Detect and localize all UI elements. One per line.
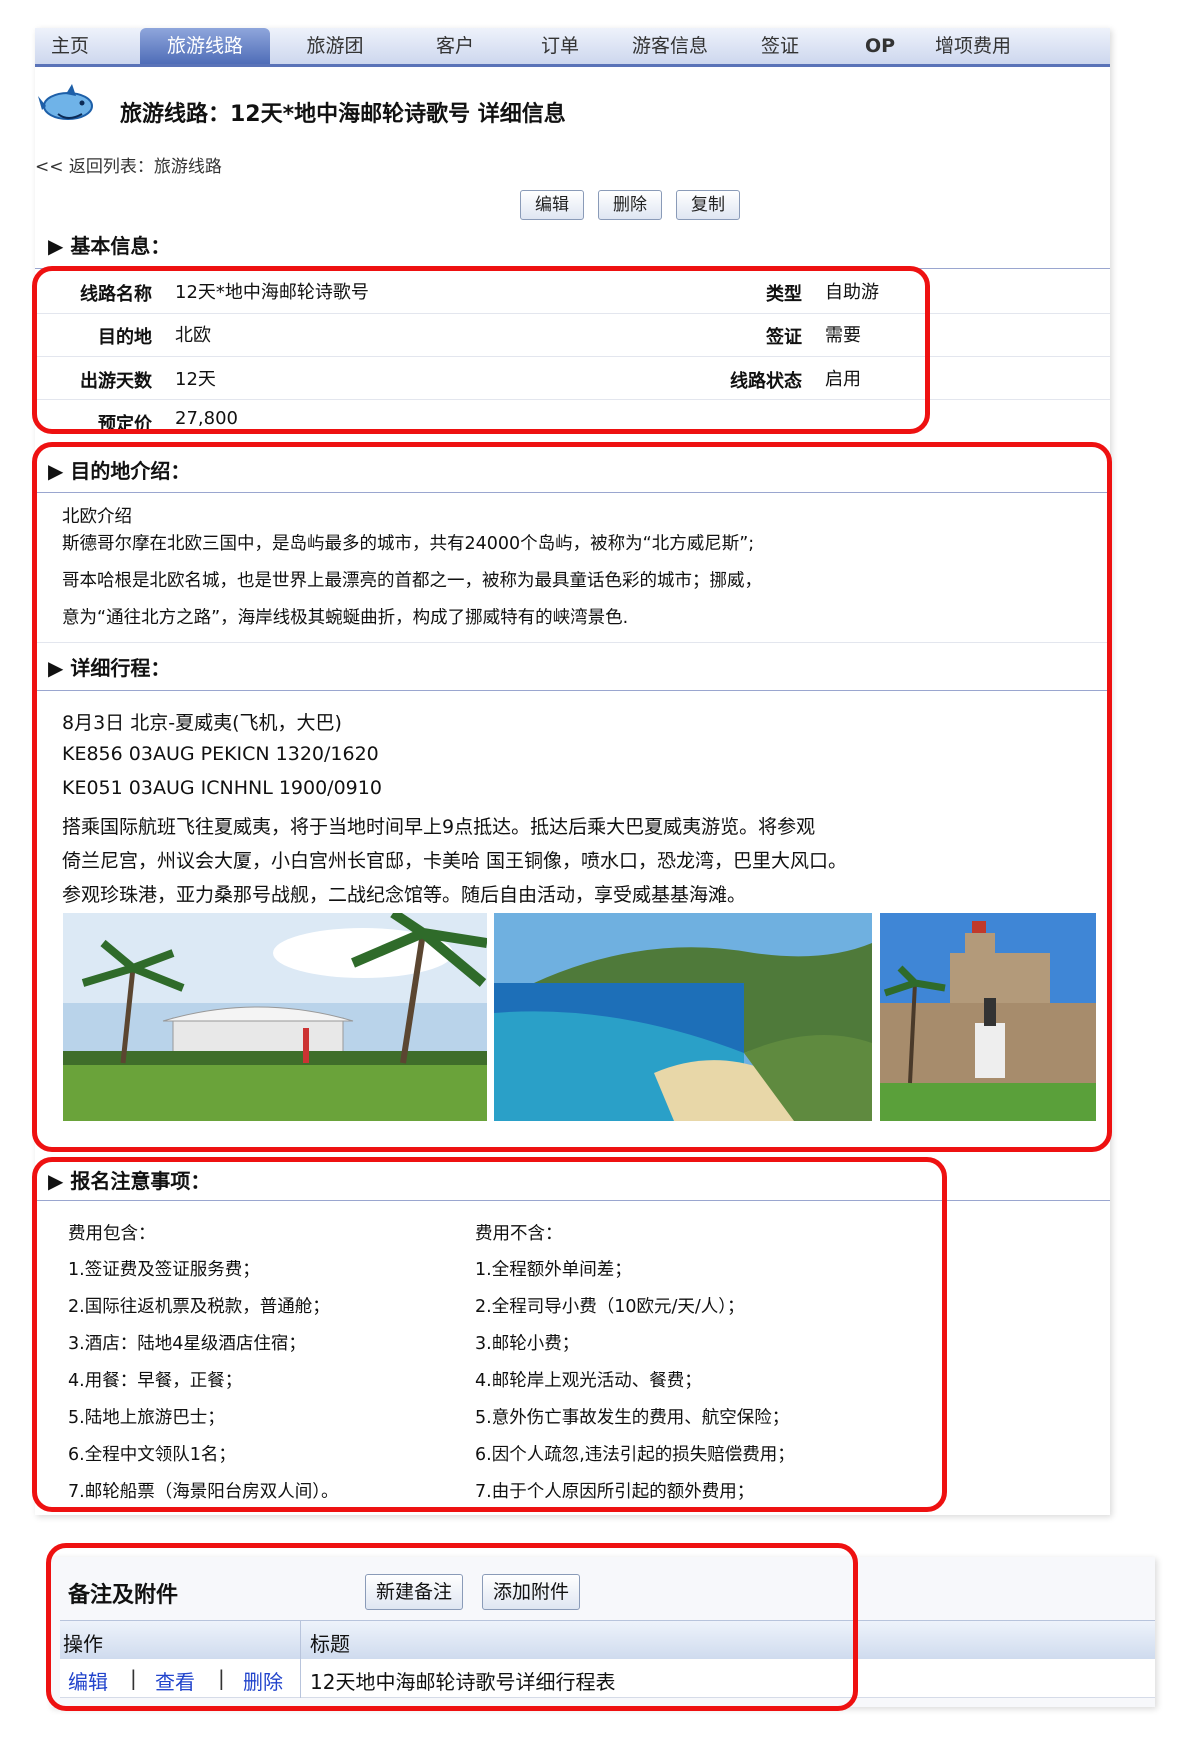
tab-tour-groups[interactable]: 旅游团 (290, 28, 380, 64)
tab-home[interactable]: 主页 (35, 28, 105, 64)
basic-info-heading: ▶ 基本信息： (48, 234, 171, 258)
highlight-box-attachments (46, 1543, 858, 1711)
tab-traveler-info[interactable]: 游客信息 (615, 28, 725, 64)
tab-extra-fees[interactable]: 增项费用 (935, 28, 1045, 64)
highlight-box-notes (32, 1157, 947, 1512)
tab-bar: 主页 旅游线路 旅游团 客户 订单 游客信息 签证 OP 增项费用 (35, 28, 1110, 67)
highlight-box-basic (32, 266, 930, 434)
dolphin-logo-icon (38, 84, 93, 120)
basic-info-heading-text: 基本信息： (70, 234, 171, 258)
highlight-box-destination-itinerary (32, 442, 1112, 1152)
back-to-list-link[interactable]: << 返回列表：旅游线路 (35, 152, 222, 177)
delete-button[interactable]: 删除 (598, 190, 662, 220)
tab-op[interactable]: OP (855, 28, 905, 64)
tab-customers[interactable]: 客户 (425, 28, 485, 64)
tab-routes[interactable]: 旅游线路 (140, 28, 270, 64)
action-buttons: 编辑 删除 复制 (520, 190, 740, 220)
page-title: 旅游线路：12天*地中海邮轮诗歌号 详细信息 (120, 102, 566, 127)
tab-orders[interactable]: 订单 (530, 28, 590, 64)
copy-button[interactable]: 复制 (676, 190, 740, 220)
tab-visa[interactable]: 签证 (750, 28, 810, 64)
edit-button[interactable]: 编辑 (520, 190, 584, 220)
